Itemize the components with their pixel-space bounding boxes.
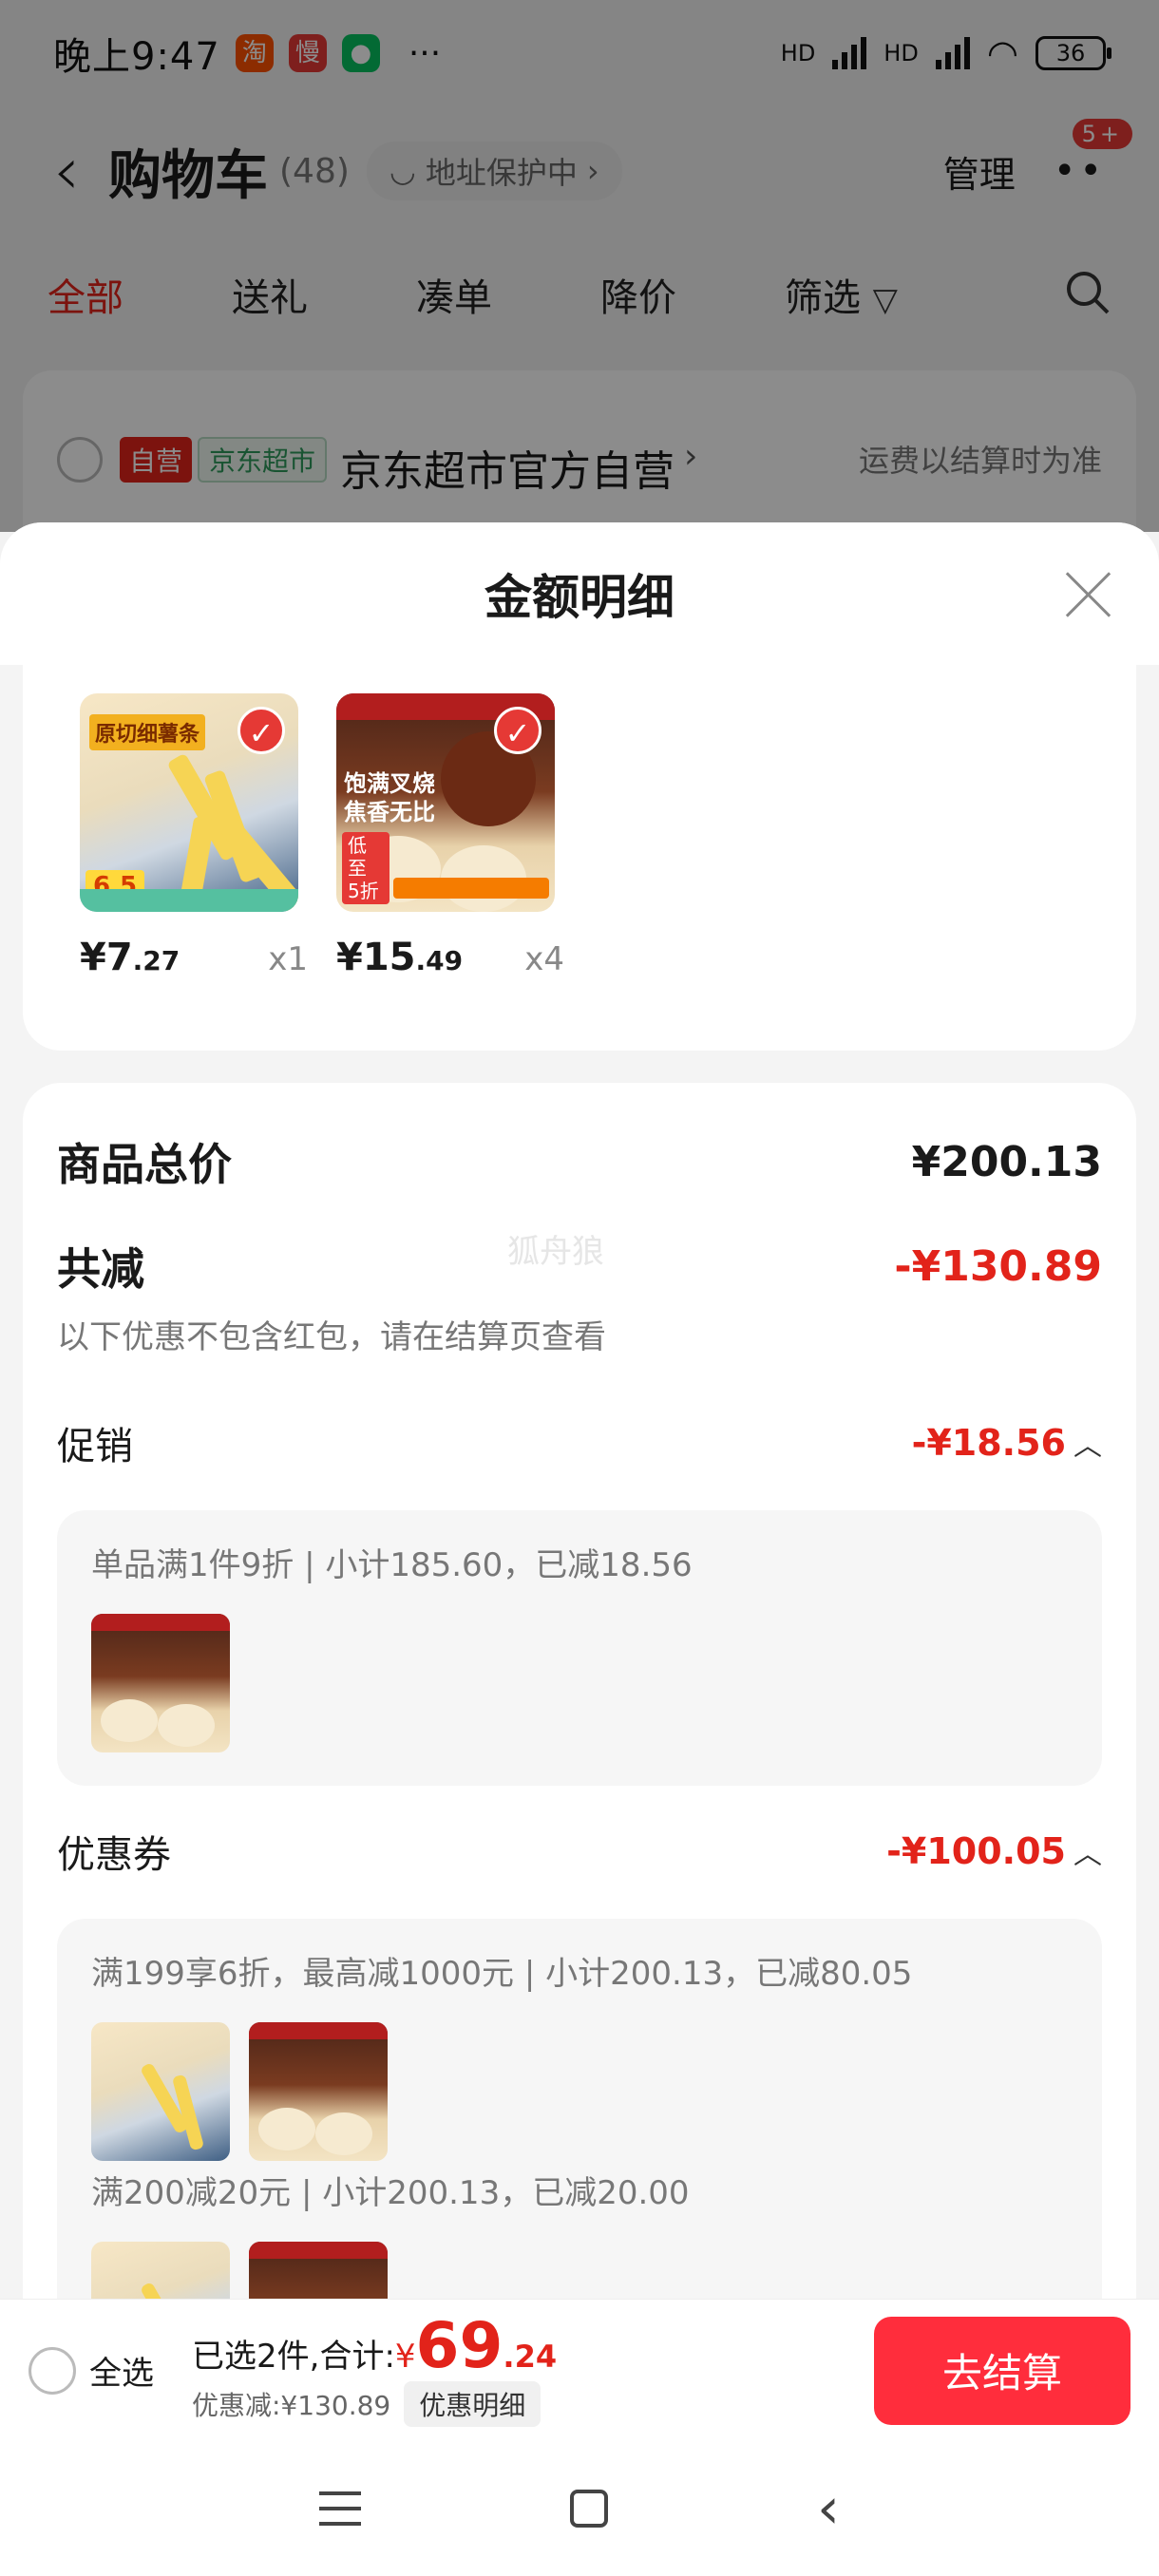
menu-icon[interactable] [319,2491,361,2526]
checkout-bar: 全选 已选2件,合计: ¥ 69 .24 优惠减:¥130.89 优惠明细 去结… [0,2299,1159,2441]
reduction-value: -¥130.89 [894,1241,1102,1291]
checkmark-icon: ✓ [238,707,285,754]
product-thumb [91,2242,230,2299]
discount-line: 优惠减:¥130.89 优惠明细 [192,2380,557,2427]
promo-detail-box: 单品满1件9折 | 小计185.60，已减18.56 [57,1510,1102,1786]
select-all-label[interactable]: 全选 [89,2347,154,2394]
product-thumb [249,2242,388,2299]
total-amount: 69 [415,2308,504,2382]
product-image: 饱满叉烧 焦香无比 低至 5折 ✓ [336,693,555,912]
selected-count-text: 已选2件,合计: [192,2337,395,2376]
product-image: 原切细薯条 6.5 ✓ [80,693,298,912]
reduction-note: 以下优惠不包含红包，请在结算页查看 [57,1318,606,1356]
reduction-note-row: 以下优惠不包含红包，请在结算页查看 [57,1311,1102,1357]
discount-text: 优惠减:¥130.89 [192,2389,391,2421]
product-price-row: ¥15 .49 x4 [336,936,564,979]
product-image-caption: 原切细薯条 [89,714,206,750]
product-qty: x1 [268,940,308,978]
coupon-thumbs [91,2022,1068,2161]
product-item[interactable]: 原切细薯条 6.5 ✓ [80,693,298,912]
product-image-badge: 低至 5折 [342,832,390,904]
coupon-label: 优惠券 [57,1833,171,1877]
chevron-up-icon: ︿ [1074,1430,1102,1463]
reduction-row: 共减 -¥130.89 [57,1235,1102,1297]
product-thumb [91,1614,230,1752]
coupon-value: -¥100.05 [886,1830,1066,1872]
promo-label: 促销 [57,1425,133,1468]
chevron-up-icon: ︿ [1074,1838,1102,1871]
checkout-button[interactable]: 去结算 [874,2316,1130,2425]
home-icon[interactable] [570,2490,608,2528]
product-image-caption: 饱满叉烧 焦香无比 [344,770,435,825]
coupon-detail-line: 满200减20元 | 小计200.13，已减20.00 [91,2174,690,2212]
promo-thumbs [91,1614,1068,1756]
sheet-header: 金额明细 [0,522,1159,665]
checkmark-icon: ✓ [494,707,542,754]
back-nav-icon[interactable]: ‹ [817,2480,840,2537]
price-detail-card: 商品总价 ¥200.13 狐舟狼 共减 -¥130.89 以下优惠不包含红包，请… [23,1083,1136,2299]
product-price-decimal: .49 [415,945,464,976]
sheet-title: 金额明细 [484,570,674,625]
total-line: 已选2件,合计: ¥ 69 .24 [192,2308,558,2382]
discount-detail-button[interactable]: 优惠明细 [404,2380,542,2427]
promo-detail-line: 单品满1件9折 | 小计185.60，已减18.56 [91,1546,693,1584]
dim-overlay[interactable] [0,0,1159,532]
product-price-decimal: .27 [132,945,180,976]
total-amount-decimal: .24 [503,2338,558,2375]
select-all-radio[interactable] [28,2346,76,2395]
coupon-detail-line: 满199享6折，最高减1000元 | 小计200.13，已减80.05 [91,1955,913,1993]
amount-detail-sheet: 金额明细 原切细薯条 6.5 ✓ ¥7 .27 x1 饱满叉烧 焦香无比 低至 … [0,522,1159,2299]
sum-block: 已选2件,合计: ¥ 69 .24 优惠减:¥130.89 优惠明细 [192,2308,558,2427]
product-price: ¥15 [336,936,416,979]
promo-value: -¥18.56 [911,1422,1066,1464]
coupon-thumbs [91,2242,1068,2299]
product-thumb [249,2022,388,2161]
product-qty: x4 [524,940,564,978]
promo-row[interactable]: 促销 -¥18.56 ︿ [57,1415,1102,1470]
total-price-label: 商品总价 [57,1139,232,1190]
selected-products: 原切细薯条 6.5 ✓ ¥7 .27 x1 饱满叉烧 焦香无比 低至 5折 ✓ [23,665,1136,1051]
close-icon[interactable] [1064,570,1112,617]
product-item[interactable]: 饱满叉烧 焦香无比 低至 5折 ✓ [336,693,555,912]
total-price-value: ¥200.13 [911,1137,1102,1186]
total-yen: ¥ [394,2337,416,2376]
product-price: ¥7 [80,936,133,979]
product-thumb [91,2022,230,2161]
product-price-row: ¥7 .27 x1 [80,936,308,979]
reduction-label: 共减 [57,1243,144,1295]
total-price-row: 商品总价 ¥200.13 [57,1130,1102,1193]
coupon-detail-box: 满199享6折，最高减1000元 | 小计200.13，已减80.05 满200… [57,1919,1102,2299]
coupon-row[interactable]: 优惠券 -¥100.05 ︿ [57,1824,1102,1879]
system-nav-bar: ‹ [0,2441,1159,2576]
